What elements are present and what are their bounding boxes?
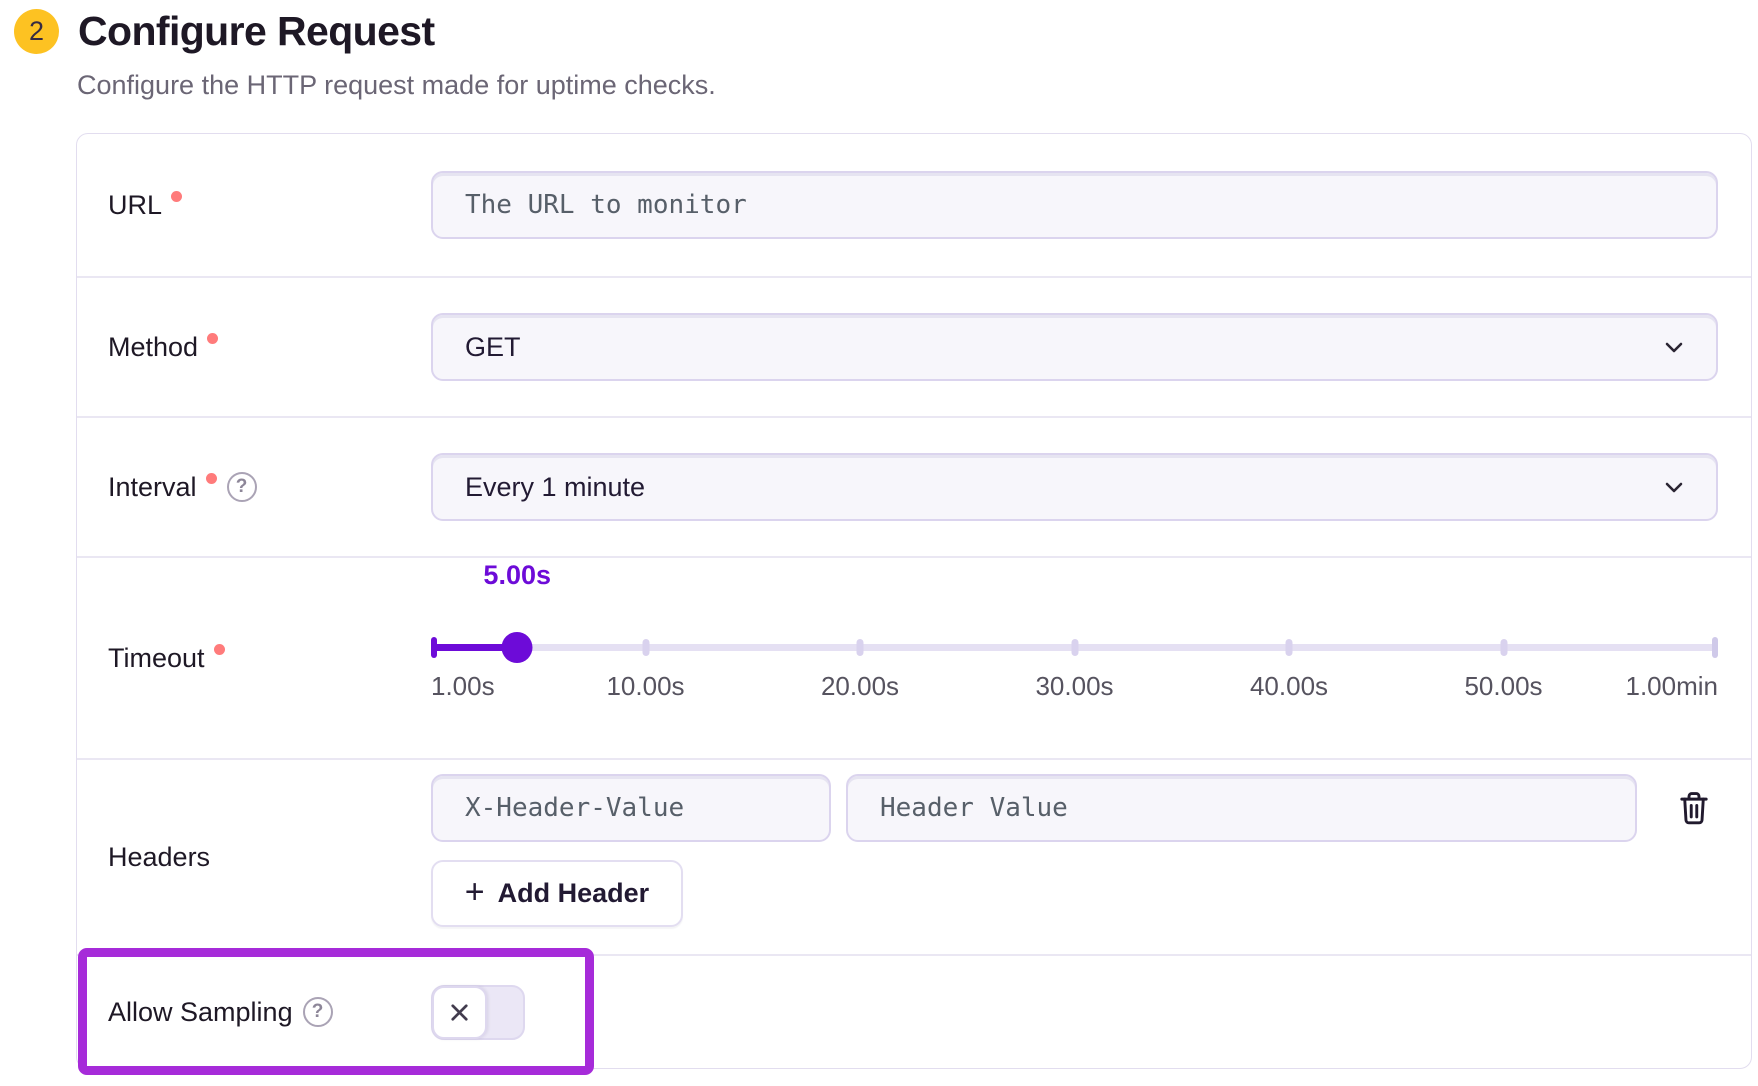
url-input[interactable] <box>431 171 1718 239</box>
x-icon <box>446 999 473 1026</box>
plus-icon: + <box>465 875 485 909</box>
timeout-row: Timeout 5.00s 1.00s 10.00s 20.00s 30.00s 40.… <box>77 556 1751 758</box>
timeout-slider[interactable]: 5.00s 1.00s 10.00s 20.00s 30.00s 40.00s 50.00… <box>431 558 1718 758</box>
header-name-input[interactable] <box>431 774 831 842</box>
interval-select[interactable]: Every 1 minute <box>431 453 1718 521</box>
method-label-group: Method <box>77 332 431 363</box>
interval-selected-value: Every 1 minute <box>465 472 645 503</box>
slider-tick-label: 1.00s <box>431 671 495 702</box>
allow-sampling-label-group: Allow Sampling ? <box>77 997 431 1028</box>
slider-tick <box>1286 639 1293 656</box>
trash-icon <box>1677 790 1711 826</box>
slider-tick-labels: 1.00s 10.00s 20.00s 30.00s 40.00s 50.00s 1.00m… <box>431 671 1718 703</box>
headers-label-group: Headers <box>77 842 431 873</box>
slider-tick <box>1071 639 1078 656</box>
help-icon[interactable]: ? <box>303 997 333 1027</box>
slider-thumb[interactable] <box>502 632 533 663</box>
slider-tick-label: 30.00s <box>1035 671 1113 702</box>
method-row: Method GET <box>77 276 1751 416</box>
add-header-label: Add Header <box>498 878 650 909</box>
allow-sampling-toggle[interactable] <box>431 985 525 1040</box>
slider-end-cap <box>1712 637 1718 658</box>
method-selected-value: GET <box>465 332 521 363</box>
interval-label-group: Interval ? <box>77 472 431 503</box>
headers-label: Headers <box>108 842 210 873</box>
configure-request-form: URL Method GET Interval ? <box>76 133 1752 1069</box>
page-subtitle: Configure the HTTP request made for upti… <box>77 70 716 101</box>
interval-row: Interval ? Every 1 minute <box>77 416 1751 556</box>
slider-tick-label: 40.00s <box>1250 671 1328 702</box>
slider-start-cap <box>431 637 437 658</box>
url-label-group: URL <box>77 190 431 221</box>
timeout-label: Timeout <box>108 643 205 674</box>
allow-sampling-row: Allow Sampling ? <box>77 954 1751 1068</box>
slider-tick-label: 20.00s <box>821 671 899 702</box>
required-indicator <box>214 644 225 655</box>
required-indicator <box>207 333 218 344</box>
required-indicator <box>206 473 217 484</box>
headers-row: Headers + Add Header <box>77 758 1751 954</box>
slider-tick-label: 1.00min <box>1626 671 1719 702</box>
help-icon[interactable]: ? <box>227 472 257 502</box>
step-header: 2 Configure Request <box>14 8 435 55</box>
slider-tick <box>642 639 649 656</box>
delete-header-button[interactable] <box>1670 784 1718 832</box>
interval-label: Interval <box>108 472 197 503</box>
method-label: Method <box>108 332 198 363</box>
slider-tick <box>1500 639 1507 656</box>
header-value-input[interactable] <box>846 774 1637 842</box>
chevron-down-icon <box>1660 333 1688 361</box>
slider-tick-label: 10.00s <box>606 671 684 702</box>
timeout-label-group: Timeout <box>77 643 431 674</box>
allow-sampling-label: Allow Sampling <box>108 997 293 1028</box>
method-select[interactable]: GET <box>431 313 1718 381</box>
timeout-value-label: 5.00s <box>483 560 551 591</box>
url-label: URL <box>108 190 162 221</box>
step-number-badge: 2 <box>14 9 59 54</box>
url-row: URL <box>77 134 1751 276</box>
page-title: Configure Request <box>78 8 435 55</box>
required-indicator <box>171 191 182 202</box>
chevron-down-icon <box>1660 473 1688 501</box>
step-number: 2 <box>29 16 44 47</box>
header-entry-row <box>431 774 1718 842</box>
add-header-button[interactable]: + Add Header <box>431 860 683 927</box>
slider-tick-label: 50.00s <box>1464 671 1542 702</box>
toggle-thumb[interactable] <box>432 986 487 1039</box>
slider-tick <box>857 639 864 656</box>
